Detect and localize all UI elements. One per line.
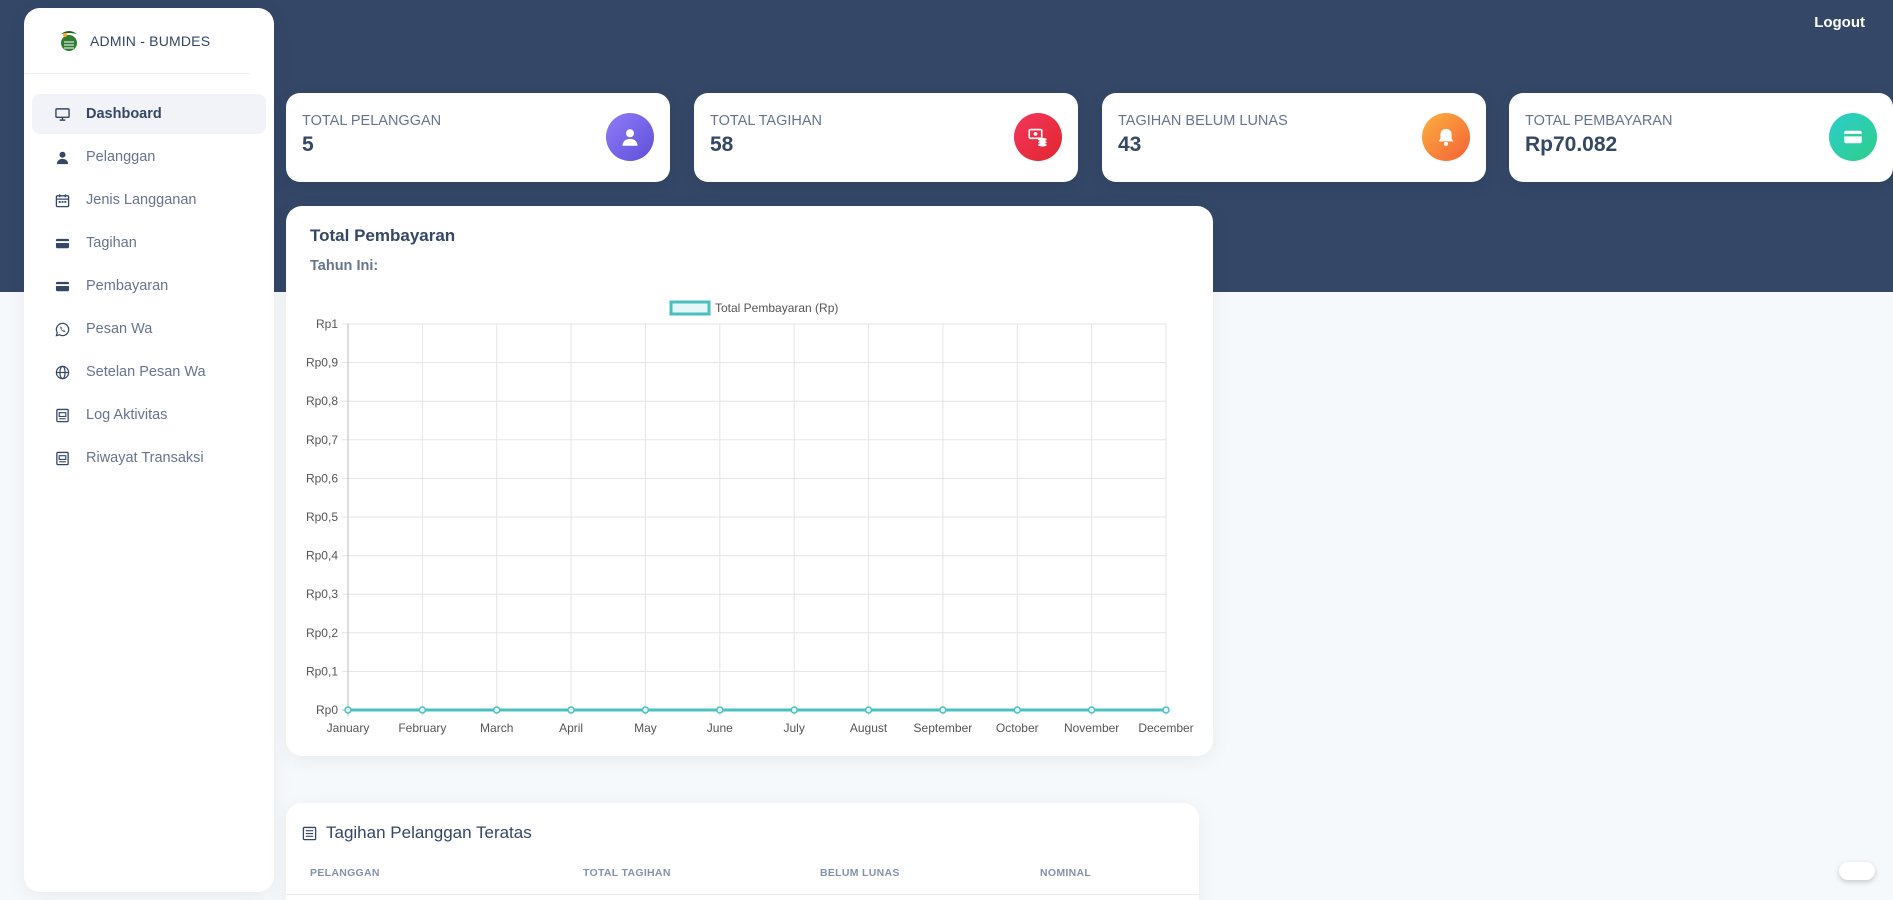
data-point <box>492 706 501 714</box>
data-point <box>1013 706 1022 714</box>
y-tick-label: Rp0,2 <box>306 626 338 640</box>
y-tick-label: Rp0,3 <box>306 587 338 601</box>
table-card: Tagihan Pelanggan Teratas PELANGGAN TOTA… <box>286 803 1199 900</box>
x-tick-label: October <box>996 721 1039 735</box>
column-header-belum-lunas[interactable]: BELUM LUNAS <box>820 867 900 879</box>
sidebar-item-label: Log Aktivitas <box>86 407 168 423</box>
chart-card: Total Pembayaran Tahun Ini: Rp0 Rp0,1 Rp0,… <box>286 206 1213 756</box>
sidebar-item-label: Setelan Pesan Wa <box>86 364 206 380</box>
sidebar-item-label: Tagihan <box>86 235 137 251</box>
y-tick-label: Rp0,7 <box>306 433 338 447</box>
money-stack-icon <box>1014 113 1062 161</box>
calendar-icon <box>54 192 70 208</box>
y-tick-label: Rp0,5 <box>306 510 338 524</box>
sidebar-item-pembayaran[interactable]: Pembayaran <box>32 266 266 306</box>
data-point <box>567 706 575 714</box>
brand-title: ADMIN - BUMDES <box>90 32 211 49</box>
stat-value: Rp70.082 <box>1525 133 1618 156</box>
x-tick-label: April <box>559 721 583 735</box>
sidebar: ADMIN - BUMDES Dashboard Pelanggan Jenis… <box>24 8 274 892</box>
sidebar-item-log-aktivitas[interactable]: Log Aktivitas <box>32 395 266 435</box>
credit-card-icon <box>54 278 70 294</box>
sidebar-item-label: Pesan Wa <box>86 321 153 337</box>
document-icon <box>54 407 70 423</box>
sidebar-item-pelanggan[interactable]: Pelanggan <box>32 137 266 177</box>
data-point <box>790 706 798 714</box>
sidebar-item-label: Riwayat Transaksi <box>86 450 204 466</box>
floating-toggle-button[interactable] <box>1839 862 1875 880</box>
sidebar-nav: Dashboard Pelanggan Jenis Langganan Tagi… <box>24 94 274 478</box>
sidebar-item-label: Jenis Langganan <box>86 192 197 208</box>
y-tick-label: Rp1 <box>316 317 338 331</box>
stat-title: TAGIHAN BELUM LUNAS <box>1118 113 1288 129</box>
stat-card-tagihan-belum-lunas: TAGIHAN BELUM LUNAS 43 <box>1102 93 1486 182</box>
column-header-total-tagihan[interactable]: TOTAL TAGIHAN <box>583 867 671 879</box>
x-tick-label: January <box>327 721 370 735</box>
data-point <box>864 706 873 714</box>
data-point <box>716 706 724 714</box>
document-icon <box>54 450 70 466</box>
stat-title: TOTAL PEMBAYARAN <box>1525 113 1673 129</box>
stat-title: TOTAL PELANGGAN <box>302 113 442 129</box>
x-tick-label: March <box>480 721 513 735</box>
whatsapp-icon <box>54 321 70 337</box>
user-icon <box>54 149 70 165</box>
user-icon <box>606 113 654 161</box>
stat-value: 58 <box>710 133 734 156</box>
stat-value: 5 <box>302 133 314 156</box>
x-tick-label: November <box>1064 721 1119 735</box>
data-point <box>1162 706 1170 714</box>
logout-link[interactable]: Logout <box>1814 14 1865 31</box>
monitor-icon <box>54 106 70 122</box>
stat-title: TOTAL TAGIHAN <box>710 113 822 129</box>
sidebar-item-riwayat-transaksi[interactable]: Riwayat Transaksi <box>32 438 266 478</box>
sidebar-item-label: Dashboard <box>86 106 162 122</box>
x-tick-label: February <box>398 721 446 735</box>
y-tick-label: Rp0,1 <box>306 664 338 678</box>
globe-icon <box>54 364 70 380</box>
x-tick-label: June <box>707 721 733 735</box>
stat-card-total-pelanggan: TOTAL PELANGGAN 5 <box>286 93 670 182</box>
table-header-divider <box>286 894 1199 895</box>
document-icon <box>302 826 317 840</box>
data-point <box>641 706 650 714</box>
sidebar-item-dashboard[interactable]: Dashboard <box>32 94 266 134</box>
y-tick-label: Rp0,8 <box>306 394 338 408</box>
bell-icon <box>1422 113 1470 161</box>
data-point <box>418 706 427 714</box>
data-point <box>939 706 947 714</box>
x-tick-label: July <box>784 721 805 735</box>
stat-card-total-tagihan: TOTAL TAGIHAN 58 <box>694 93 1078 182</box>
sidebar-item-label: Pelanggan <box>86 149 156 165</box>
credit-card-icon <box>54 235 70 251</box>
stat-card-total-pembayaran: TOTAL PEMBAYARAN Rp70.082 <box>1509 93 1893 182</box>
sidebar-item-tagihan[interactable]: Tagihan <box>32 223 266 263</box>
sidebar-item-pesan-wa[interactable]: Pesan Wa <box>32 309 266 349</box>
line-chart: Rp0 Rp0,1 Rp0,2 Rp0,3 Rp0,4 Rp0,5 Rp0,6 Rp0,7 Rp… <box>306 300 1194 735</box>
credit-card-icon <box>1829 113 1877 161</box>
x-tick-label: December <box>1138 721 1193 735</box>
column-header-nominal[interactable]: NOMINAL <box>1040 867 1091 879</box>
table-title-text: Tagihan Pelanggan Teratas <box>326 823 532 842</box>
x-tick-label: May <box>634 721 657 735</box>
legend-swatch <box>669 300 711 316</box>
y-tick-label: Rp0,4 <box>306 549 338 563</box>
sidebar-item-label: Pembayaran <box>86 278 169 294</box>
table-title: Tagihan Pelanggan Teratas <box>302 823 532 843</box>
sidebar-item-setelan-pesan-wa[interactable]: Setelan Pesan Wa <box>32 352 266 392</box>
sidebar-item-jenis-langganan[interactable]: Jenis Langganan <box>32 180 266 220</box>
data-point <box>1087 706 1096 714</box>
y-tick-label: Rp0 <box>316 703 338 717</box>
legend-label: Total Pembayaran (Rp) <box>715 301 838 315</box>
column-header-pelanggan[interactable]: PELANGGAN <box>310 867 380 879</box>
brand[interactable]: ADMIN - BUMDES <box>24 8 250 74</box>
data-point <box>344 706 352 714</box>
bumdes-logo-icon <box>61 30 77 51</box>
x-tick-label: September <box>914 721 973 735</box>
x-tick-label: August <box>850 721 888 735</box>
y-tick-label: Rp0,6 <box>306 471 338 485</box>
stat-value: 43 <box>1118 133 1142 156</box>
y-tick-label: Rp0,9 <box>306 356 338 370</box>
